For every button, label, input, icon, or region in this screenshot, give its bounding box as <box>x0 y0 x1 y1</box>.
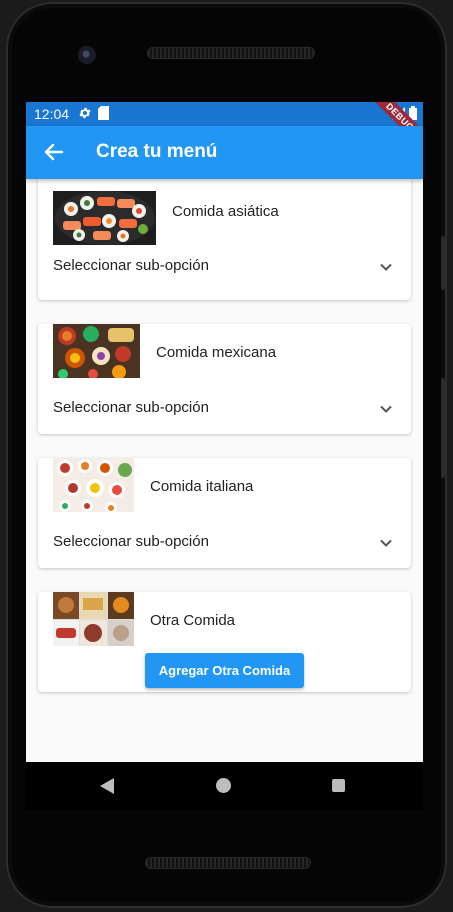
card-title: Comida mexicana <box>156 344 277 361</box>
app-bar: Crea tu menú <box>26 126 423 179</box>
chevron-down-icon[interactable] <box>379 536 393 550</box>
nav-recents-icon[interactable] <box>332 779 345 792</box>
chevron-down-icon[interactable] <box>379 402 393 416</box>
bottom-speaker <box>146 858 310 868</box>
card-title: Comida italiana <box>150 478 254 495</box>
android-nav-bar <box>26 762 423 810</box>
card-title: Comida asiática <box>172 203 279 220</box>
sushi-platter-image <box>53 191 156 245</box>
nav-back-icon[interactable] <box>100 778 114 794</box>
mexican-food-image <box>53 324 140 378</box>
status-bar: 12:04 DEBUG <box>26 102 423 154</box>
category-card-asian: Comida asiática Seleccionar sub-opción <box>38 171 411 300</box>
status-time: 12:04 <box>34 106 70 122</box>
category-card-other: Otra Comida Agregar Otra Comida <box>38 592 411 692</box>
subopcion-dropdown[interactable]: Seleccionar sub-opción <box>53 257 209 274</box>
page-title: Crea tu menú <box>96 141 218 162</box>
category-card-mexican: Comida mexicana Seleccionar sub-opción <box>38 324 411 434</box>
subopcion-dropdown[interactable]: Seleccionar sub-opción <box>53 533 209 550</box>
nav-home-icon[interactable] <box>216 778 231 793</box>
back-arrow-icon[interactable] <box>42 140 66 164</box>
front-camera <box>78 46 96 64</box>
volume-button <box>441 378 445 478</box>
chevron-down-icon[interactable] <box>379 260 393 274</box>
add-other-food-button[interactable]: Agregar Otra Comida <box>145 653 304 688</box>
settings-gear-icon <box>78 106 92 123</box>
menu-list: Comida asiática Seleccionar sub-opción C… <box>26 171 423 762</box>
app-screen: 12:04 DEBUG Crea tu menú Comida asiática… <box>26 102 423 762</box>
power-button <box>441 236 445 290</box>
sd-card-icon <box>98 106 109 123</box>
subopcion-dropdown[interactable]: Seleccionar sub-opción <box>53 399 209 416</box>
category-card-italian: Comida italiana Seleccionar sub-opción <box>38 458 411 568</box>
card-title: Otra Comida <box>150 612 236 629</box>
earpiece-speaker <box>148 48 314 58</box>
italian-food-image <box>53 458 134 512</box>
assorted-food-collage-image <box>53 592 134 646</box>
